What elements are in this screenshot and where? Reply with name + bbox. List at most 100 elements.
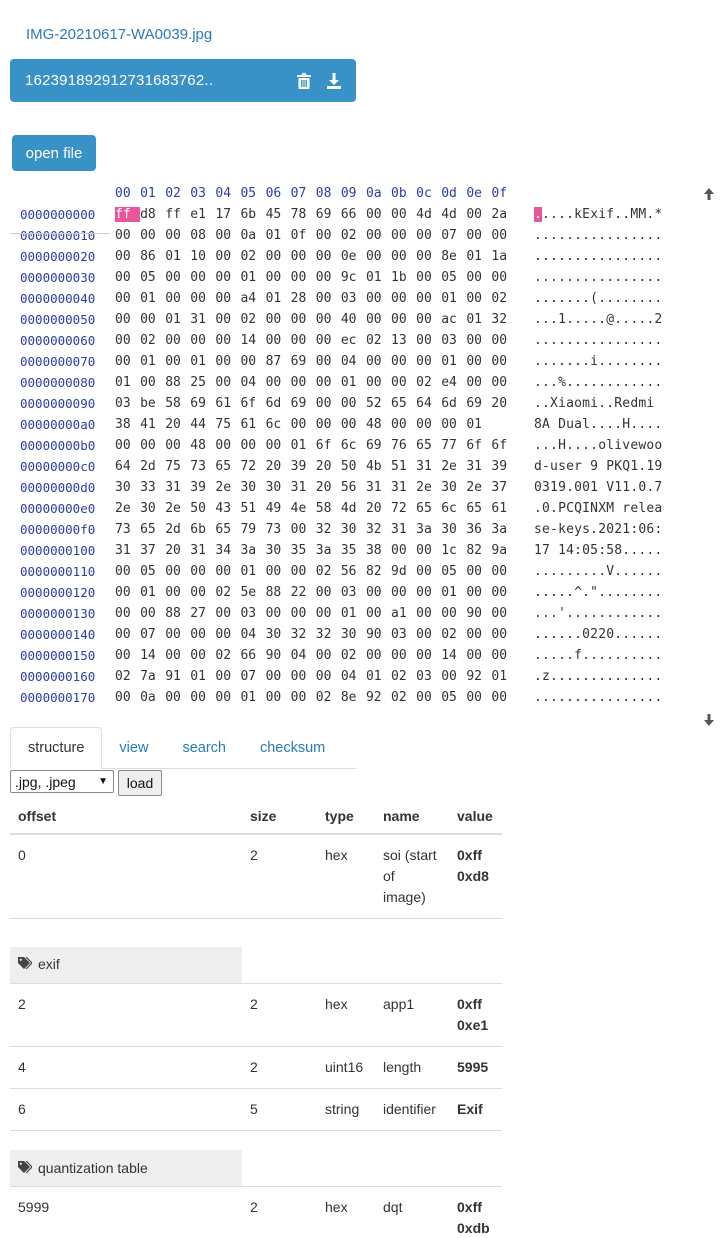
hex-byte[interactable]: 6c: [266, 417, 291, 432]
hex-byte[interactable]: 00: [115, 648, 140, 663]
hex-byte[interactable]: 03: [341, 585, 366, 600]
table-row[interactable]: 5999 2 hex dqt 0xff 0xdb: [10, 1186, 502, 1238]
hex-byte[interactable]: 39: [491, 459, 516, 474]
hex-byte[interactable]: 31: [466, 459, 491, 474]
hex-byte[interactable]: 00: [140, 606, 165, 621]
hex-byte[interactable]: 33: [140, 480, 165, 495]
hex-byte[interactable]: 14: [240, 333, 265, 348]
trash-icon[interactable]: [296, 72, 312, 90]
hex-byte[interactable]: 00: [165, 354, 190, 369]
hex-offset[interactable]: 0000000030: [20, 270, 95, 285]
hex-byte[interactable]: 00: [215, 312, 240, 327]
hex-byte[interactable]: 2e: [416, 480, 441, 495]
hex-byte[interactable]: 82: [466, 543, 491, 558]
hex-bytes[interactable]: 00 00 88 27 00 03 00 00 00 01 00 a1 00 00 90 00: [115, 606, 517, 621]
hex-byte[interactable]: 64: [115, 459, 140, 474]
hex-byte[interactable]: 6d: [441, 396, 466, 411]
hex-ascii[interactable]: ......0220......: [534, 627, 662, 642]
hex-byte[interactable]: 20: [316, 459, 341, 474]
hex-bytes[interactable]: 01 00 88 25 00 04 00 00 00 01 00 00 02 e4 00 00: [115, 375, 517, 390]
hex-byte[interactable]: 30: [240, 480, 265, 495]
hex-byte[interactable]: 00: [266, 333, 291, 348]
hex-byte[interactable]: 90: [266, 648, 291, 663]
hex-byte[interactable]: 01: [291, 438, 316, 453]
hex-byte[interactable]: 56: [341, 480, 366, 495]
hex-byte[interactable]: 90: [466, 606, 491, 621]
hex-byte[interactable]: 37: [491, 480, 516, 495]
hex-byte[interactable]: 00: [266, 669, 291, 684]
hex-byte[interactable]: 39: [291, 459, 316, 474]
hex-byte[interactable]: 38: [366, 543, 391, 558]
hex-bytes[interactable]: 00 05 00 00 00 01 00 00 02 56 82 9d 00 05 00 00: [115, 564, 517, 579]
hex-row[interactable]: 0000000040 00 01 00 00 00 a4 01 28 00 03 00 00 00 01 00…: [0, 291, 720, 312]
hex-byte[interactable]: 02: [491, 291, 516, 306]
hex-byte[interactable]: 82: [366, 564, 391, 579]
hex-byte[interactable]: 00: [115, 249, 140, 264]
hex-byte[interactable]: 07: [240, 669, 265, 684]
hex-offset[interactable]: 0000000000: [20, 207, 95, 222]
hex-byte[interactable]: 87: [266, 354, 291, 369]
hex-byte[interactable]: 35: [291, 543, 316, 558]
hex-byte[interactable]: 00: [316, 417, 341, 432]
hex-bytes[interactable]: 00 14 00 00 02 66 90 04 00 02 00 00 00 14 00 00: [115, 648, 517, 663]
hex-row[interactable]: 0000000000 ff d8 ff e1 17 6b 45 78 69 66 00 00 4d 4d 00…: [0, 207, 720, 228]
hex-byte[interactable]: 00: [215, 627, 240, 642]
hex-byte[interactable]: 31: [115, 543, 140, 558]
hex-byte[interactable]: 00: [466, 291, 491, 306]
hex-byte[interactable]: 31: [190, 543, 215, 558]
hex-byte[interactable]: 00: [215, 564, 240, 579]
hex-byte[interactable]: 00: [391, 312, 416, 327]
hex-ascii[interactable]: ..Xiaomi..Redmi: [534, 396, 662, 411]
hex-byte[interactable]: 04: [291, 648, 316, 663]
group-row-quantization-table[interactable]: quantization table: [10, 1150, 502, 1187]
hex-byte[interactable]: 01: [341, 375, 366, 390]
hex-byte[interactable]: a1: [391, 606, 416, 621]
hex-byte[interactable]: 22: [291, 585, 316, 600]
hex-byte[interactable]: 00: [341, 396, 366, 411]
hex-byte[interactable]: 00: [491, 354, 516, 369]
hex-byte[interactable]: 73: [190, 459, 215, 474]
hex-byte[interactable]: 05: [441, 690, 466, 705]
hex-byte[interactable]: 00: [266, 690, 291, 705]
hex-byte[interactable]: d8: [140, 207, 165, 222]
hex-byte[interactable]: 00: [366, 249, 391, 264]
hex-byte[interactable]: 00: [466, 564, 491, 579]
hex-byte[interactable]: 01: [190, 354, 215, 369]
hex-byte[interactable]: 30: [266, 543, 291, 558]
hex-byte[interactable]: 02: [391, 669, 416, 684]
hex-byte[interactable]: 4d: [416, 207, 441, 222]
hex-byte[interactable]: 00: [316, 249, 341, 264]
hex-bytes[interactable]: 38 41 20 44 75 61 6c 00 00 00 48 00 00 00 01: [115, 417, 491, 432]
hex-row[interactable]: 0000000070 00 01 00 01 00 00 87 69 00 04 00 00 00 01 00…: [0, 354, 720, 375]
hex-byte[interactable]: 00: [316, 291, 341, 306]
hex-offset[interactable]: 0000000120: [20, 585, 95, 600]
hex-byte[interactable]: 00: [190, 333, 215, 348]
hex-byte[interactable]: 02: [341, 648, 366, 663]
hex-byte[interactable]: 49: [266, 501, 291, 516]
hex-byte[interactable]: 00: [115, 690, 140, 705]
hex-byte[interactable]: 30: [341, 627, 366, 642]
hex-byte[interactable]: 90: [366, 627, 391, 642]
hex-byte[interactable]: 69: [366, 438, 391, 453]
hex-byte[interactable]: 00: [215, 270, 240, 285]
hex-byte[interactable]: 00: [416, 354, 441, 369]
hex-byte[interactable]: 00: [115, 354, 140, 369]
hex-byte[interactable]: 31: [165, 480, 190, 495]
scroll-down-icon[interactable]: [703, 712, 715, 728]
hex-byte[interactable]: 00: [416, 606, 441, 621]
hex-row[interactable]: 00000000f0 73 65 2d 6b 65 79 73 00 32 30 32 31 3a 30 36…: [0, 522, 720, 543]
hex-byte[interactable]: 00: [366, 354, 391, 369]
hex-row[interactable]: 00000000b0 00 00 00 48 00 00 00 01 6f 6c 69 76 65 77 6f…: [0, 438, 720, 459]
hex-byte[interactable]: 01: [240, 690, 265, 705]
hex-byte[interactable]: 00: [416, 333, 441, 348]
hex-ascii[interactable]: .........V......: [534, 564, 662, 579]
hex-byte[interactable]: 00: [441, 606, 466, 621]
hex-byte[interactable]: 00: [366, 606, 391, 621]
hex-byte[interactable]: 00: [366, 207, 391, 222]
hex-byte[interactable]: 02: [215, 585, 240, 600]
hex-byte[interactable]: 01: [140, 291, 165, 306]
hex-byte[interactable]: 65: [215, 522, 240, 537]
hex-byte[interactable]: 69: [190, 396, 215, 411]
hex-byte[interactable]: 01: [441, 585, 466, 600]
hex-byte[interactable]: 00: [291, 375, 316, 390]
